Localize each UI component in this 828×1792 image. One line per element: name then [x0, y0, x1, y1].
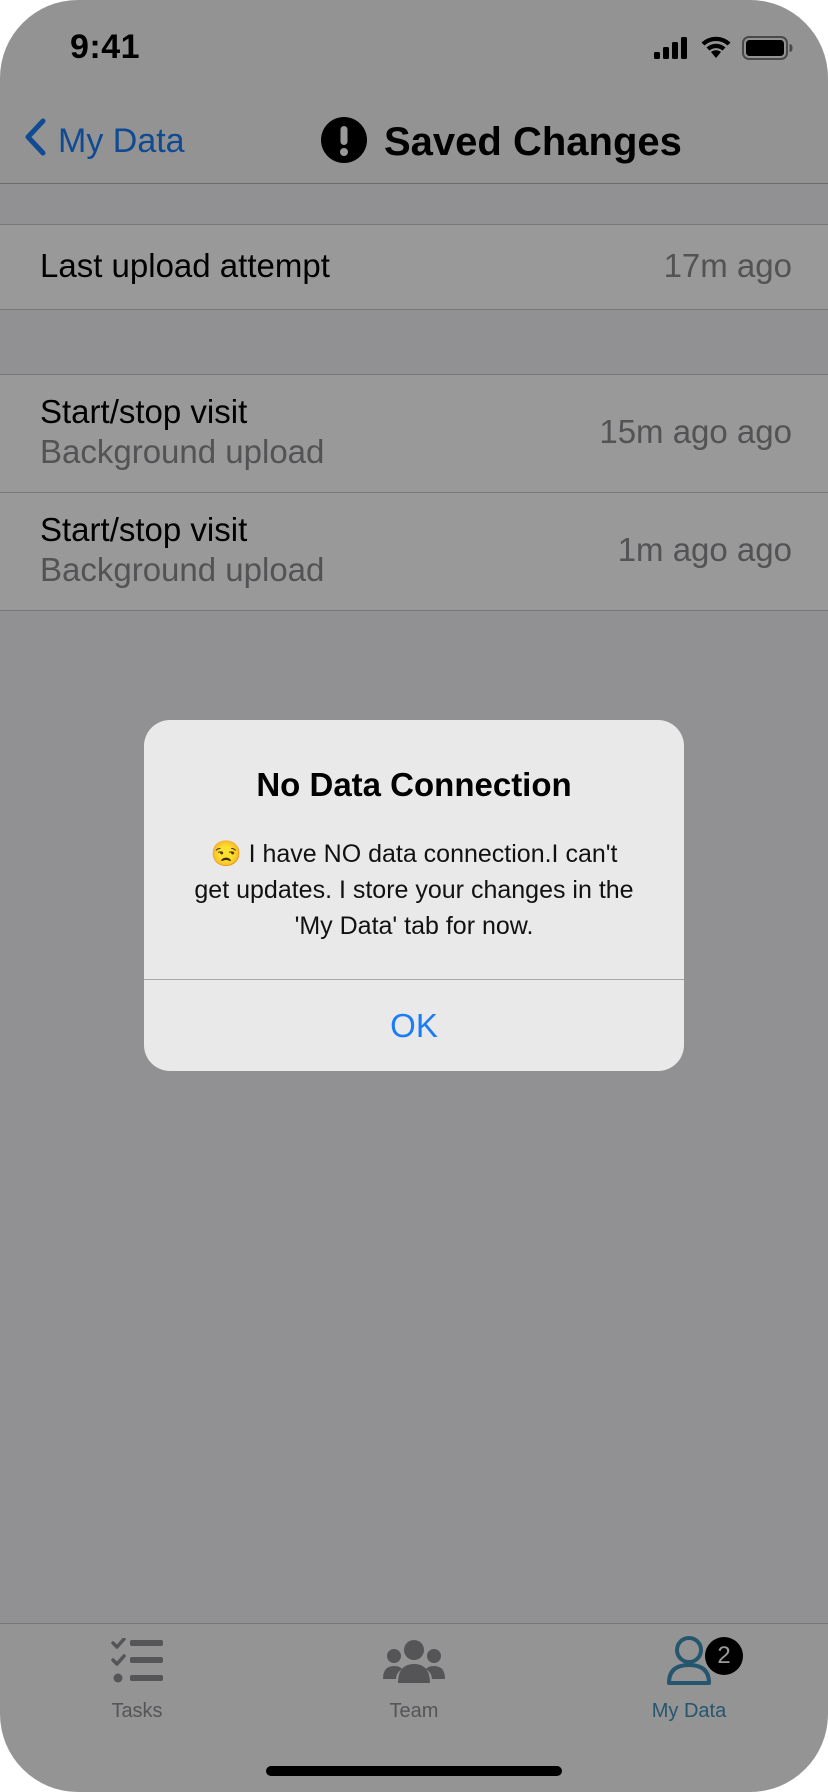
no-data-connection-alert: No Data Connection 😒 I have NO data conn…: [144, 720, 684, 1071]
alert-message: 😒 I have NO data connection.I can't get …: [194, 836, 634, 944]
alert-message-text: I have NO data connection.I can't get up…: [194, 840, 634, 940]
alert-title: No Data Connection: [256, 766, 572, 803]
ok-button[interactable]: OK: [144, 980, 684, 1071]
phone-screen: 9:41 My Data Saved Changes Last upload a…: [0, 0, 828, 1792]
unamused-face-emoji: 😒: [210, 840, 242, 868]
